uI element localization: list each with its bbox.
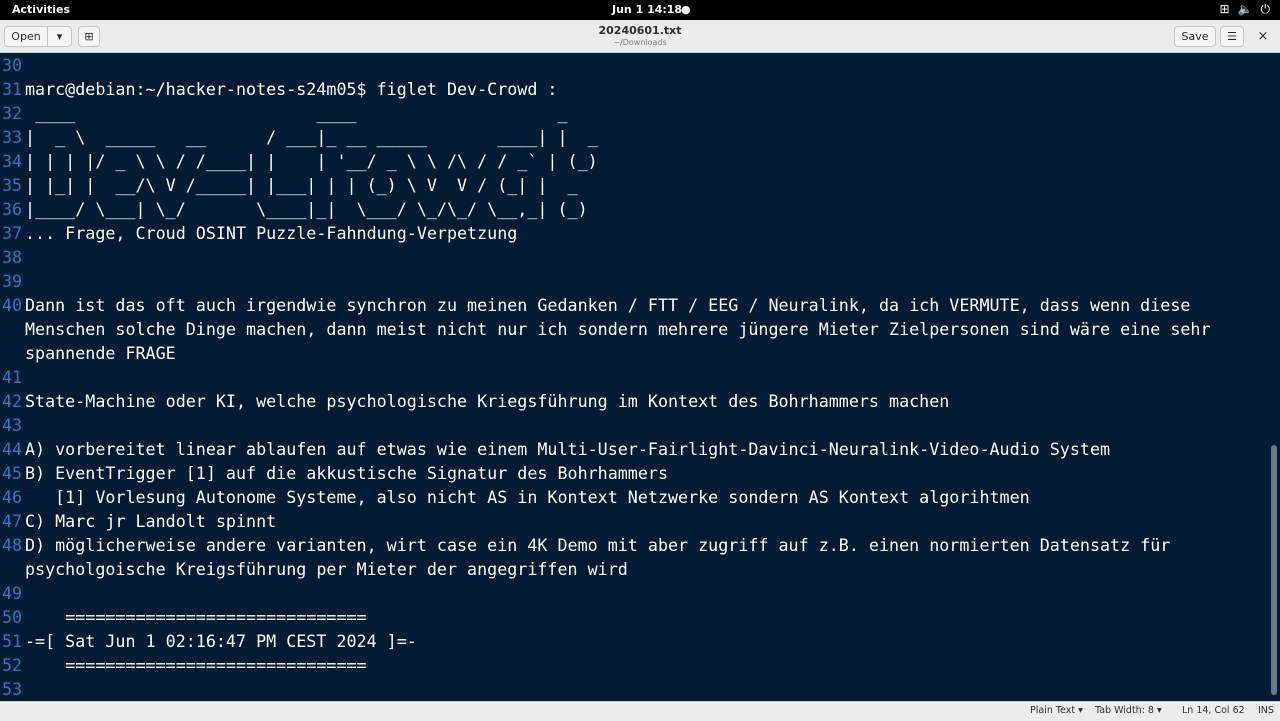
editor-line[interactable]: 48 D) möglicherweise andere varianten, wi… <box>0 533 1268 581</box>
language-selector[interactable]: Plain Text ▾ <box>1030 705 1083 716</box>
line-text[interactable]: ____ ____ _ <box>0 101 1260 125</box>
line-number: 35 <box>2 175 23 195</box>
line-number: 38 <box>2 247 23 267</box>
line-number: 47 <box>2 511 23 531</box>
editor-line[interactable]: 47 C) Marc jr Landolt spinnt <box>0 509 1268 533</box>
line-text[interactable]: -=[ Sat Jun 1 02:16:47 PM CEST 2024 ]=- <box>0 629 1260 653</box>
editor-line[interactable]: 50 ============================== <box>0 605 1268 629</box>
line-number: 32 <box>2 103 23 123</box>
line-text[interactable]: State-Machine oder KI, welche psychologi… <box>0 389 1260 413</box>
editor-line[interactable]: 33 | _ \ _____ __ / ___|_ __ _____ ____| … <box>0 125 1268 149</box>
line-number: 31 <box>2 79 23 99</box>
line-text[interactable]: | _ \ _____ __ / ___|_ __ _____ ____| | … <box>0 125 1260 149</box>
line-number: 40 <box>2 295 23 315</box>
editor-line[interactable]: 46 [1] Vorlesung Autonome Systeme, also … <box>0 485 1268 509</box>
line-text[interactable]: C) Marc jr Landolt spinnt <box>0 509 1260 533</box>
line-text[interactable]: ​ <box>0 269 1260 293</box>
line-number: 30 <box>2 55 23 75</box>
line-text[interactable]: ​ <box>0 677 1260 701</box>
notification-dot: ● <box>681 3 691 16</box>
line-text[interactable]: ​ <box>0 365 1260 389</box>
tab-width-selector[interactable]: Tab Width: 8 ▾ <box>1095 705 1162 716</box>
line-text[interactable]: B) EventTrigger [1] auf die akkustische … <box>0 461 1260 485</box>
line-number: 48 <box>2 535 23 555</box>
insert-mode-indicator: INS <box>1258 705 1274 716</box>
editor-line[interactable]: 40 Dann ist das oft auch irgendwie synchr… <box>0 293 1268 365</box>
line-text[interactable]: ============================== <box>0 653 1260 677</box>
editor-line[interactable]: 37... Frage, Croud OSINT Puzzle-Fahndung… <box>0 221 1268 245</box>
line-number: 52 <box>2 655 23 675</box>
power-icon[interactable]: ⏻ <box>1261 2 1271 17</box>
line-number: 37 <box>2 223 23 243</box>
editor-line[interactable]: 49​ <box>0 581 1268 605</box>
line-text[interactable]: ​ <box>0 413 1260 437</box>
editor-line[interactable]: 44 A) vorbereitet linear ablaufen auf etw… <box>0 437 1268 461</box>
status-bar: Plain Text ▾ Tab Width: 8 ▾ Ln 14, Col 6… <box>0 701 1280 721</box>
line-text[interactable]: |____/ \___| \_/ \____|_| \___/ \_/\_/ \… <box>0 197 1260 221</box>
line-number: 46 <box>2 487 23 507</box>
line-number: 51 <box>2 631 23 651</box>
line-number: 50 <box>2 607 23 627</box>
line-text[interactable]: ​ <box>0 53 1260 77</box>
editor-line[interactable]: 36 |____/ \___| \_/ \____|_| \___/ \_/\_/… <box>0 197 1268 221</box>
line-number: 44 <box>2 439 23 459</box>
scrollbar-thumb[interactable] <box>1271 445 1277 695</box>
cursor-position: Ln 14, Col 62 <box>1182 705 1245 716</box>
editor-line[interactable]: 30​ <box>0 53 1268 77</box>
window-subtitle-path: ~/Downloads <box>613 38 667 47</box>
hamburger-menu-icon[interactable]: ☰ <box>1220 26 1244 47</box>
editor-line[interactable]: 41​ <box>0 365 1268 389</box>
line-text[interactable]: [1] Vorlesung Autonome Systeme, also nic… <box>0 485 1260 509</box>
line-number: 49 <box>2 583 23 603</box>
line-number: 42 <box>2 391 23 411</box>
system-top-bar: Activities Jun 1 14:18 ● ⊞ 🔈 ⏻ <box>0 0 1280 20</box>
line-number: 39 <box>2 271 23 291</box>
vertical-scrollbar[interactable] <box>1268 53 1280 701</box>
line-number: 43 <box>2 415 23 435</box>
editor-line[interactable]: 39​ <box>0 269 1268 293</box>
editor-line[interactable]: 31 marc@debian:~/hacker-notes-s24m05$ fig… <box>0 77 1268 101</box>
editor-line[interactable]: 32 ____ ____ _ <box>0 101 1268 125</box>
editor-line[interactable]: 53​ <box>0 677 1268 701</box>
text-editor-area[interactable]: 30​31marc@debian:~/hacker-notes-s24m05$ … <box>0 53 1268 701</box>
close-icon[interactable]: × <box>1252 26 1274 47</box>
editor-line[interactable]: 35 | |_| | __/\ V /_____| |___| | | (_) \… <box>0 173 1268 197</box>
editor-line[interactable]: 45 B) EventTrigger [1] auf die akkustisch… <box>0 461 1268 485</box>
line-text[interactable]: A) vorbereitet linear ablaufen auf etwas… <box>0 437 1260 461</box>
line-text[interactable]: | |_| | __/\ V /_____| |___| | | (_) \ V… <box>0 173 1260 197</box>
line-text[interactable]: Dann ist das oft auch irgendwie synchron… <box>0 293 1260 365</box>
editor-lines: 30​31marc@debian:~/hacker-notes-s24m05$ … <box>0 53 1268 701</box>
line-text[interactable]: ​ <box>0 581 1260 605</box>
volume-icon[interactable]: 🔈 <box>1238 2 1253 17</box>
line-text[interactable]: D) möglicherweise andere varianten, wirt… <box>0 533 1260 581</box>
network-icon[interactable]: ⊞ <box>1219 2 1229 17</box>
line-number: 41 <box>2 367 23 387</box>
activities-button[interactable]: Activities <box>12 3 70 16</box>
line-number: 34 <box>2 151 23 171</box>
editor-line[interactable]: 43​ <box>0 413 1268 437</box>
save-button[interactable]: Save <box>1174 26 1216 47</box>
line-number: 33 <box>2 127 23 147</box>
editor-line[interactable]: 51 -=[ Sat Jun 1 02:16:47 PM CEST 2024 ]=… <box>0 629 1268 653</box>
clock[interactable]: Jun 1 14:18 <box>612 3 682 16</box>
line-text[interactable]: ​ <box>0 245 1260 269</box>
line-number: 53 <box>2 679 23 699</box>
line-text[interactable]: ... Frage, Croud OSINT Puzzle-Fahndung-V… <box>0 221 1260 245</box>
editor-line[interactable]: 34 | | | |/ _ \ \ / /____| | | '__/ _ \ \… <box>0 149 1268 173</box>
editor-line[interactable]: 42 State-Machine oder KI, welche psycholo… <box>0 389 1268 413</box>
line-text[interactable]: | | | |/ _ \ \ / /____| | | '__/ _ \ \ /… <box>0 149 1260 173</box>
editor-line[interactable]: 52 ============================== <box>0 653 1268 677</box>
window-title: 20240601.txt <box>598 24 682 37</box>
line-text[interactable]: ============================== <box>0 605 1260 629</box>
line-number: 36 <box>2 199 23 219</box>
editor-line[interactable]: 38​ <box>0 245 1268 269</box>
header-bar: Open ▾ ⊞ 20240601.txt ~/Downloads Save ☰… <box>0 20 1280 53</box>
system-tray[interactable]: ⊞ 🔈 ⏻ <box>1219 2 1270 17</box>
line-text[interactable]: marc@debian:~/hacker-notes-s24m05$ figle… <box>0 77 1260 101</box>
line-number: 45 <box>2 463 23 483</box>
